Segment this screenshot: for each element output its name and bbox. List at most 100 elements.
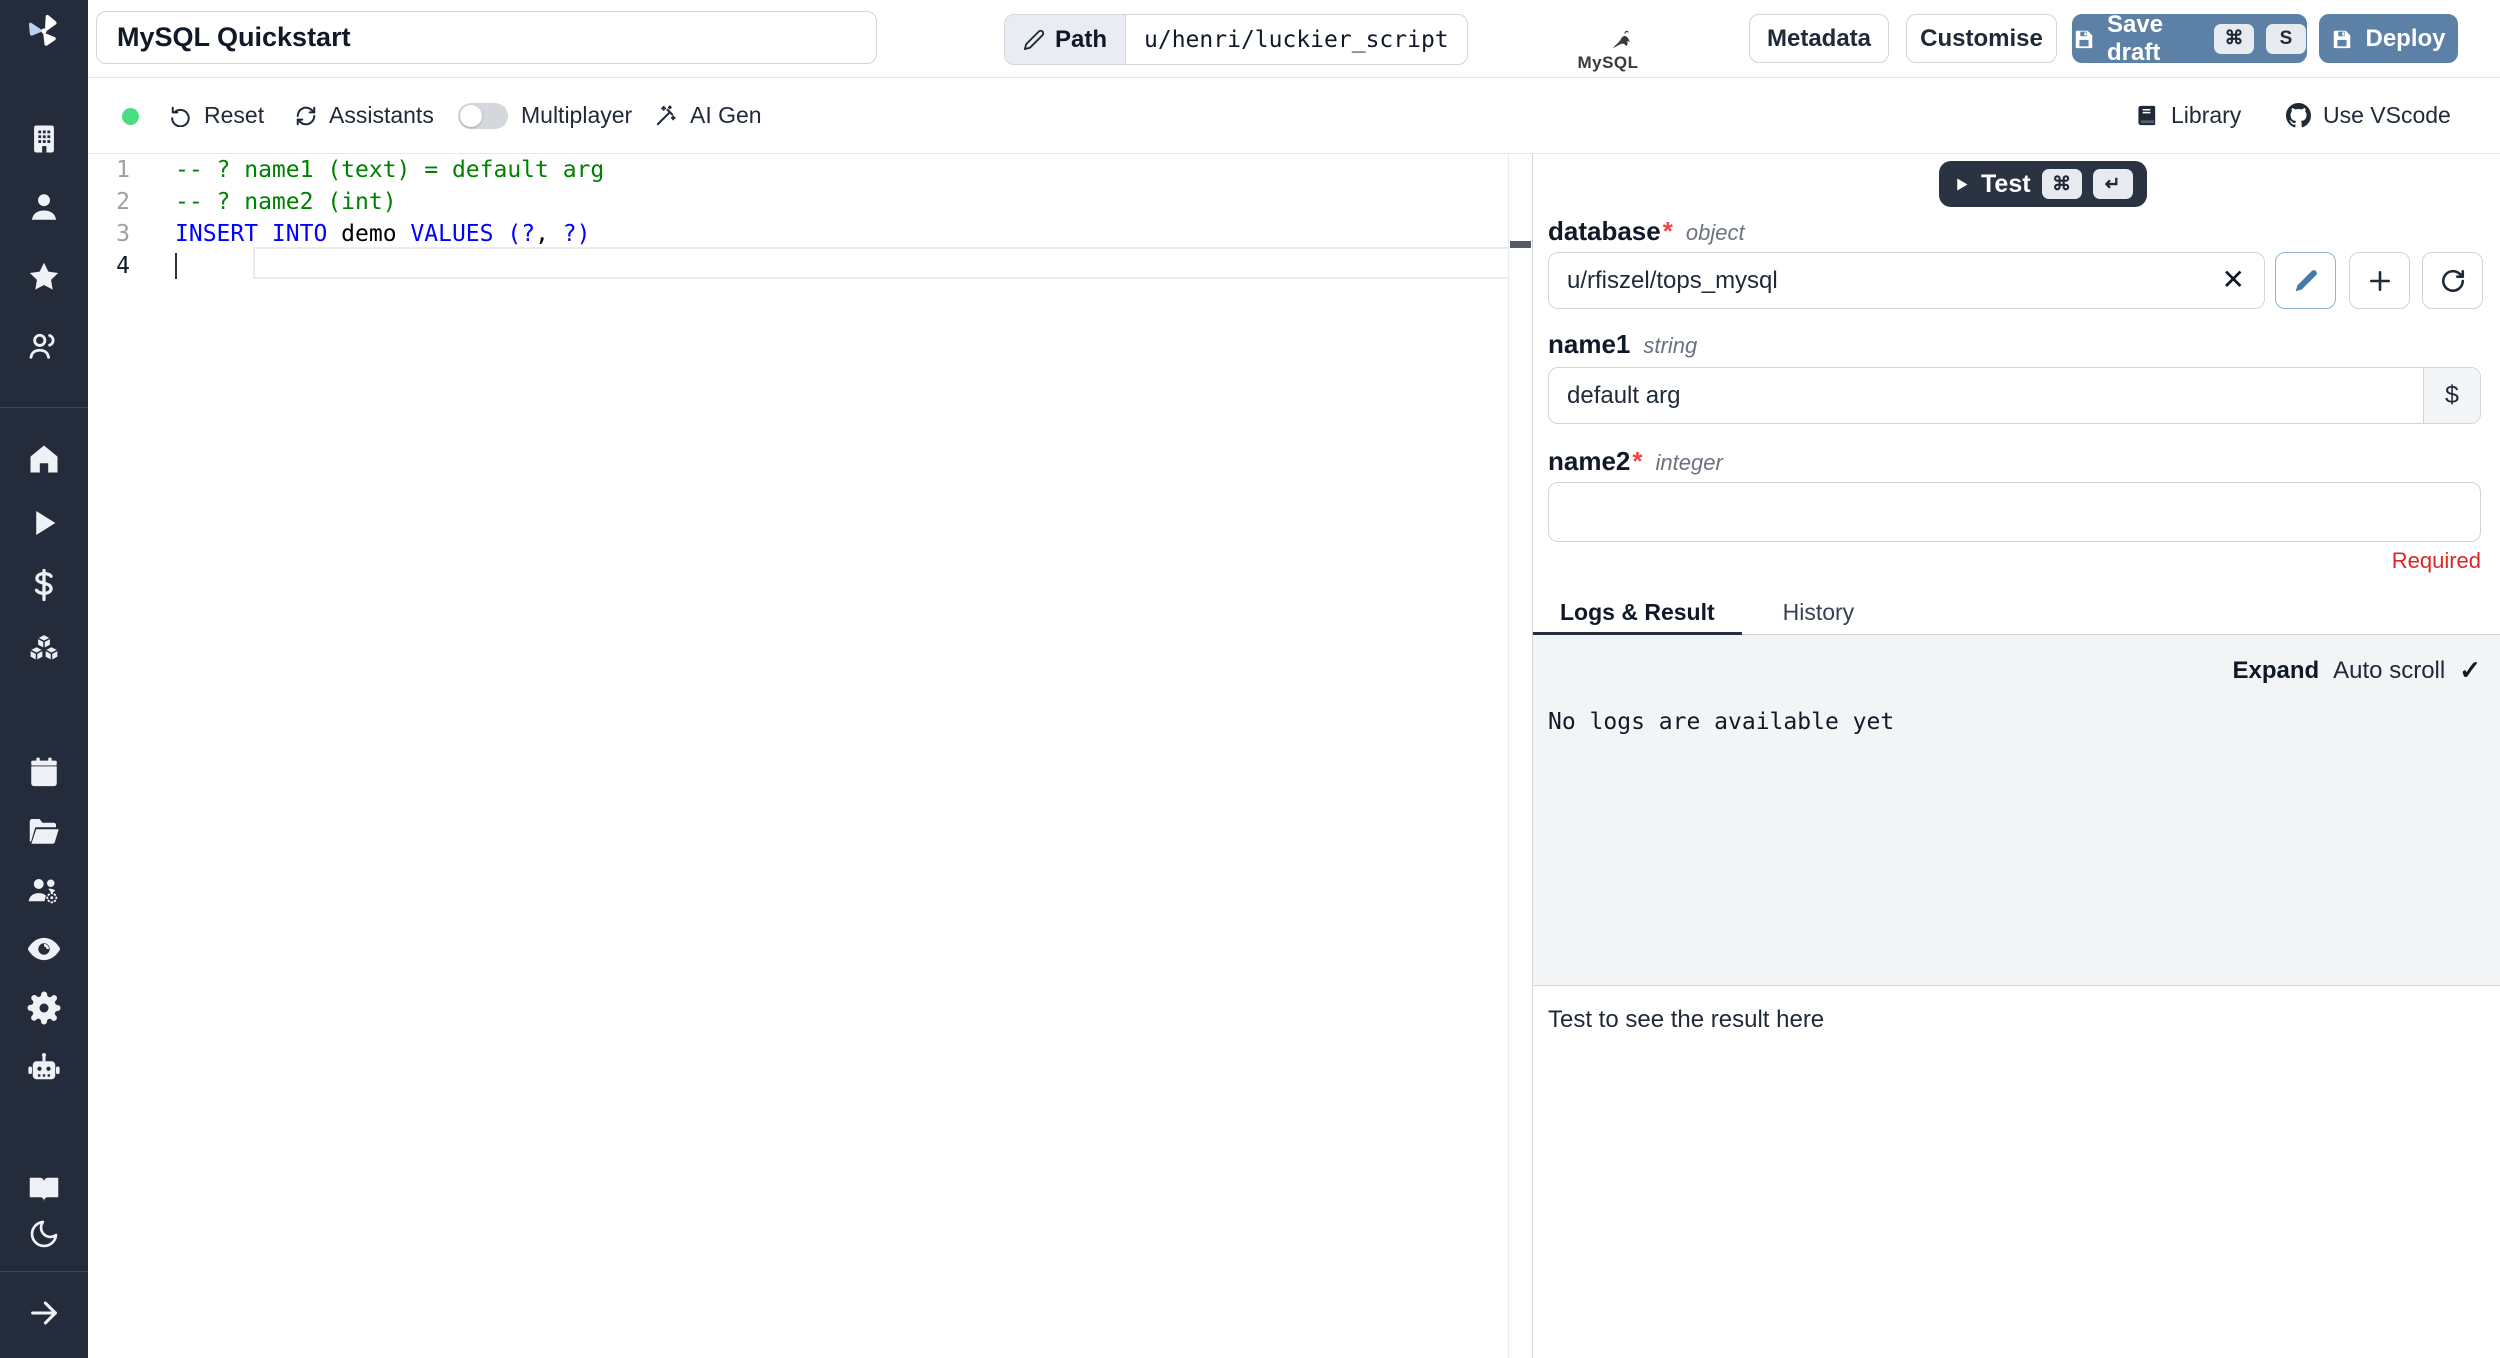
sidebar-item-resources[interactable] (24, 629, 64, 669)
auto-scroll-checkbox[interactable]: ✓ (2459, 655, 2481, 686)
sql-comment: -- ? name2 (int) (175, 189, 397, 215)
add-resource-button[interactable] (2349, 252, 2410, 309)
sidebar-item-profile[interactable] (24, 187, 64, 227)
path-label: Path (1055, 25, 1108, 53)
multiplayer-label-item[interactable]: Multiplayer (521, 78, 632, 153)
magic-wand-icon (656, 105, 676, 126)
sidebar-item-docs[interactable] (24, 1169, 64, 1209)
undo-icon (171, 106, 190, 127)
logs-controls: Expand Auto scroll ✓ (2232, 655, 2481, 686)
deploy-label: Deploy (2365, 24, 2446, 52)
sidebar-item-folders[interactable] (24, 811, 64, 851)
reset-label: Reset (204, 102, 265, 128)
kbd-s: S (2266, 23, 2306, 54)
path-button[interactable]: Path u/henri/luckier_script (1004, 14, 1468, 65)
database-input-wrap: ✕ (1548, 252, 2265, 309)
logs-panel: Expand Auto scroll ✓ No logs are availab… (1533, 635, 2500, 986)
library-button[interactable]: Library (2136, 78, 2241, 153)
sql-placeholder: (? (493, 221, 536, 247)
reset-button[interactable]: Reset (170, 78, 264, 153)
test-button[interactable]: Test ⌘ ↵ (1939, 161, 2147, 207)
kbd-enter: ↵ (2092, 169, 2133, 199)
sql-comma: , (535, 221, 549, 247)
tab-logs-result[interactable]: Logs & Result (1533, 591, 1742, 635)
ai-gen-label: AI Gen (690, 102, 762, 128)
code-editor[interactable]: 1 2 3 4 -- ? name1 (text) = default arg … (88, 154, 1593, 1358)
sidebar-item-audit-logs[interactable] (24, 929, 64, 969)
sql-keyword: VALUES (410, 221, 494, 247)
plus-icon (2369, 270, 2390, 291)
edit-resource-button[interactable] (2275, 252, 2336, 309)
sql-identifier: demo (327, 221, 411, 247)
sidebar-divider (0, 407, 88, 408)
test-label: Test (1981, 169, 2031, 198)
use-vscode-button[interactable]: Use VScode (2286, 78, 2451, 153)
sidebar-divider (0, 1271, 88, 1272)
sql-placeholder: ?) (548, 221, 591, 247)
tab-history[interactable]: History (1756, 591, 1882, 634)
database-resource-input[interactable] (1548, 252, 2265, 309)
save-draft-button[interactable]: Save draft ⌘ S (2072, 11, 2307, 66)
name1-input-wrap: $ (1548, 367, 2481, 424)
customise-button[interactable]: Customise (1906, 14, 2057, 63)
field-type: integer (1655, 450, 1723, 475)
windmill-logo-icon[interactable] (24, 11, 64, 51)
toggle-knob (460, 105, 482, 127)
editor-toolbar: Reset Assistants Multiplayer AI Gen Libr… (88, 78, 2500, 154)
save-draft-label: Save draft (2107, 10, 2164, 66)
dark-mode-toggle-icon[interactable] (24, 1214, 64, 1254)
refresh-resource-button[interactable] (2422, 252, 2483, 309)
sidebar-item-schedules[interactable] (24, 752, 64, 792)
sidebar-item-home[interactable] (24, 439, 64, 479)
clear-resource-icon[interactable]: ✕ (2222, 265, 2245, 295)
sidebar (0, 0, 88, 1358)
metadata-label: Metadata (1766, 24, 1872, 52)
field-name: name1 (1548, 329, 1631, 359)
field-label-database: database * object (1548, 216, 1745, 247)
line-number-active: 4 (116, 253, 130, 279)
library-label: Library (2171, 102, 2242, 128)
save-icon (2073, 28, 2095, 50)
code-line-3: INSERT INTO demo VALUES (?, ?) (175, 218, 590, 250)
field-label-name1: name1 string (1548, 329, 1697, 360)
expand-sidebar-icon[interactable] (24, 1293, 64, 1333)
name1-input[interactable] (1548, 367, 2481, 424)
ai-gen-button[interactable]: AI Gen (655, 78, 762, 153)
logs-empty-text: No logs are available yet (1548, 709, 1895, 735)
sidebar-item-favorites[interactable] (24, 257, 64, 297)
pencil-icon (2295, 269, 2317, 291)
field-label-name2: name2 * integer (1548, 446, 1723, 477)
multiplayer-label: Multiplayer (521, 102, 633, 128)
sidebar-item-variables[interactable] (24, 565, 64, 605)
sidebar-item-workspace[interactable] (24, 119, 64, 159)
book-icon (2138, 105, 2156, 126)
line-number: 3 (116, 221, 130, 247)
field-name: name2 (1548, 446, 1631, 476)
insert-variable-button[interactable]: $ (2423, 368, 2480, 423)
assistants-button[interactable]: Assistants (295, 78, 434, 153)
multiplayer-toggle[interactable] (458, 103, 508, 129)
assistants-label: Assistants (329, 102, 434, 128)
result-tabs: Logs & Result History (1533, 591, 2500, 635)
field-name: database (1548, 216, 1661, 246)
sidebar-item-members[interactable] (24, 326, 64, 366)
play-icon (1953, 176, 1970, 193)
sidebar-item-runs[interactable] (24, 503, 64, 543)
script-title-input[interactable] (96, 11, 877, 64)
path-label-segment[interactable]: Path (1005, 15, 1127, 64)
metadata-button[interactable]: Metadata (1749, 14, 1889, 63)
github-icon (2286, 103, 2311, 128)
sidebar-item-settings[interactable] (24, 988, 64, 1028)
refresh-icon (296, 106, 316, 125)
kbd-cmd: ⌘ (2214, 23, 2254, 54)
overview-ruler-marker (1510, 241, 1531, 248)
path-value[interactable]: u/henri/luckier_script (1126, 15, 1467, 64)
sidebar-item-groups-admin[interactable] (24, 870, 64, 910)
sql-comment: -- ? name1 (text) = default arg (175, 157, 605, 183)
name2-input[interactable] (1548, 482, 2481, 542)
sidebar-item-workers[interactable] (24, 1048, 64, 1088)
pane-splitter[interactable] (1508, 154, 1533, 1358)
deploy-button[interactable]: Deploy (2319, 14, 2458, 63)
code-line-1: -- ? name1 (text) = default arg (175, 154, 604, 186)
expand-logs-button[interactable]: Expand (2232, 657, 2319, 685)
